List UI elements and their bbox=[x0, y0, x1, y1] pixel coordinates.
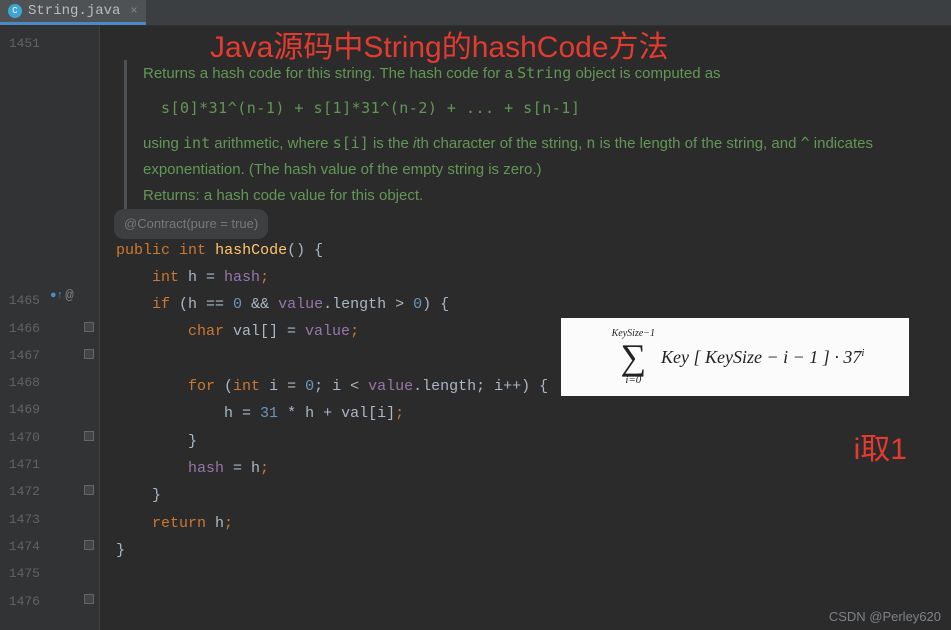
doc-text: arithmetic, where bbox=[210, 135, 333, 152]
doc-text: object is computed as bbox=[571, 65, 720, 82]
doc-code: String bbox=[517, 64, 571, 82]
line-gutter: 1451 1465 1466 1467 1468 1469 1470 1471 … bbox=[0, 26, 48, 630]
doc-returns-text: a hash code value for this object. bbox=[200, 187, 423, 204]
doc-code: int bbox=[183, 134, 210, 152]
code-line: } bbox=[116, 537, 951, 564]
doc-text: using bbox=[143, 135, 183, 152]
doc-formula: s[0]*31^(n-1) + s[1]*31^(n-2) + ... + s[… bbox=[143, 87, 951, 129]
override-icon[interactable]: ●↑ bbox=[50, 290, 63, 302]
formula-sup: i bbox=[861, 347, 864, 359]
line-number: 1451 bbox=[0, 30, 40, 57]
fold-icon[interactable] bbox=[84, 431, 94, 441]
fold-icon[interactable] bbox=[84, 349, 94, 359]
doc-returns-label: Returns: bbox=[143, 187, 200, 204]
code-line: public int hashCode() { bbox=[116, 237, 951, 264]
doc-text: th character of the string, bbox=[416, 135, 586, 152]
doc-text: is the length of the string, and bbox=[595, 135, 800, 152]
line-number: 1476 bbox=[0, 588, 40, 615]
watermark: CSDN @Perley620 bbox=[829, 609, 941, 624]
line-number: 1470 bbox=[0, 424, 40, 451]
formula-term: Key bbox=[661, 347, 689, 367]
doc-text: is the bbox=[369, 135, 413, 152]
tab-label: String.java bbox=[28, 3, 120, 19]
line-number: 1465 bbox=[0, 287, 40, 314]
code-line: } bbox=[116, 482, 951, 509]
code-line: @Contract(pure = true) bbox=[116, 209, 951, 236]
line-number: 1466 bbox=[0, 315, 40, 342]
doc-code: ^ bbox=[801, 134, 810, 152]
fold-icon[interactable] bbox=[84, 485, 94, 495]
line-number: 1472 bbox=[0, 478, 40, 505]
overlay-annotation: i取1 bbox=[854, 424, 907, 468]
line-number: 1469 bbox=[0, 396, 40, 423]
math-formula-image: KeySize−1 ∑ i=0 Key [ KeySize − i − 1 ] … bbox=[561, 318, 909, 396]
line-number: 1467 bbox=[0, 342, 40, 369]
line-number: 1471 bbox=[0, 451, 40, 478]
code-line: return h; bbox=[116, 510, 951, 537]
doc-code: s[i] bbox=[333, 134, 369, 152]
class-icon: C bbox=[8, 4, 22, 18]
fold-icon[interactable] bbox=[84, 540, 94, 550]
fold-icon[interactable] bbox=[84, 322, 94, 332]
gutter-marks: ●↑ @ bbox=[48, 26, 100, 630]
formula-term: [ KeySize − i − 1 ] bbox=[694, 347, 830, 367]
close-icon[interactable]: × bbox=[130, 4, 137, 18]
contract-badge: @Contract(pure = true) bbox=[114, 209, 268, 238]
formula-term: · 37 bbox=[834, 347, 861, 367]
annotation-icon[interactable]: @ bbox=[65, 288, 73, 304]
code-line: h = 31 * h + val[i]; bbox=[116, 400, 951, 427]
javadoc: Returns a hash code for this string. The… bbox=[124, 60, 951, 209]
code-line: } bbox=[116, 428, 951, 455]
sigma-lower: i=0 bbox=[625, 375, 641, 386]
code-line: if (h == 0 && value.length > 0) { bbox=[116, 291, 951, 318]
fold-icon[interactable] bbox=[84, 594, 94, 604]
code-line: int h = hash; bbox=[116, 264, 951, 291]
code-line: hash = h; bbox=[116, 455, 951, 482]
file-tab[interactable]: C String.java × bbox=[0, 0, 146, 25]
line-number: 1474 bbox=[0, 533, 40, 560]
doc-text: Returns a hash code for this string. The… bbox=[143, 65, 517, 82]
line-number: 1468 bbox=[0, 369, 40, 396]
line-number: 1475 bbox=[0, 560, 40, 587]
overlay-title: Java源码中String的hashCode方法 bbox=[210, 22, 669, 66]
line-number: 1473 bbox=[0, 506, 40, 533]
sigma-icon: ∑ bbox=[620, 339, 646, 375]
